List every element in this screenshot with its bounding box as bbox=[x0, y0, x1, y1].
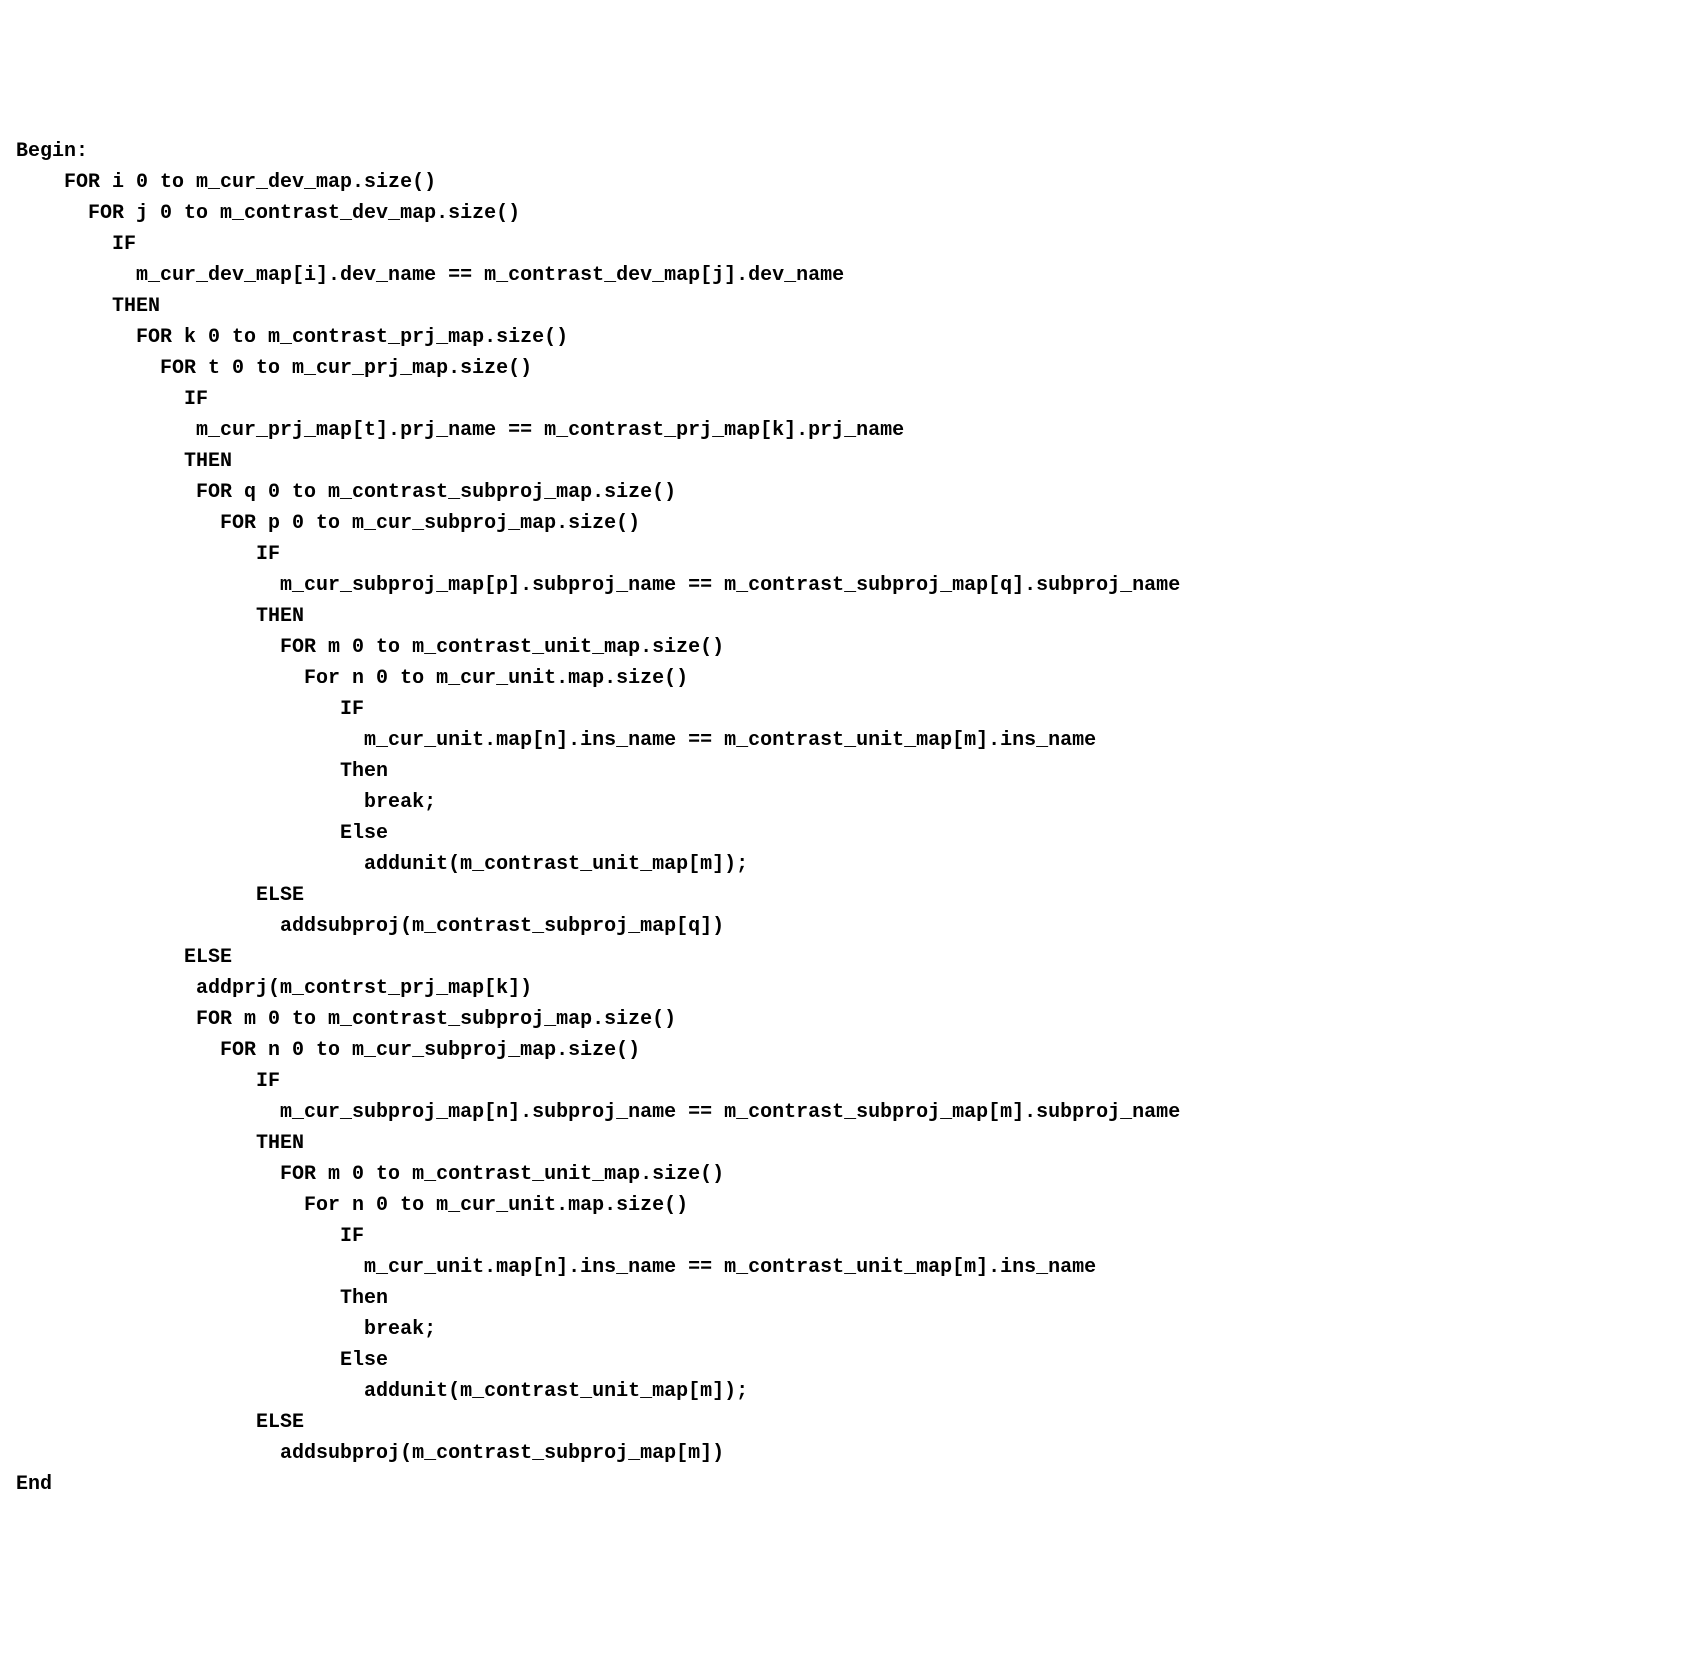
code-line: m_cur_subproj_map[p].subproj_name == m_c… bbox=[16, 574, 1180, 597]
code-line: FOR j 0 to m_contrast_dev_map.size() bbox=[16, 202, 520, 225]
code-line: Else bbox=[16, 1349, 388, 1372]
code-line: THEN bbox=[16, 605, 304, 628]
code-line: End bbox=[16, 1473, 52, 1496]
code-line: m_cur_prj_map[t].prj_name == m_contrast_… bbox=[16, 419, 904, 442]
code-line: THEN bbox=[16, 1132, 304, 1155]
code-line: FOR m 0 to m_contrast_unit_map.size() bbox=[16, 636, 724, 659]
code-line: FOR i 0 to m_cur_dev_map.size() bbox=[16, 171, 436, 194]
code-line: IF bbox=[16, 233, 136, 256]
code-line: addsubproj(m_contrast_subproj_map[q]) bbox=[16, 915, 724, 938]
code-line: THEN bbox=[16, 295, 160, 318]
code-line: m_cur_dev_map[i].dev_name == m_contrast_… bbox=[16, 264, 844, 287]
code-line: ELSE bbox=[16, 946, 232, 969]
code-line: FOR p 0 to m_cur_subproj_map.size() bbox=[16, 512, 640, 535]
code-line: IF bbox=[16, 543, 280, 566]
code-line: m_cur_subproj_map[n].subproj_name == m_c… bbox=[16, 1101, 1180, 1124]
code-line: addunit(m_contrast_unit_map[m]); bbox=[16, 853, 748, 876]
code-line: For n 0 to m_cur_unit.map.size() bbox=[16, 667, 688, 690]
code-line: IF bbox=[16, 1225, 364, 1248]
code-line: addunit(m_contrast_unit_map[m]); bbox=[16, 1380, 748, 1403]
code-line: Then bbox=[16, 760, 388, 783]
code-line: m_cur_unit.map[n].ins_name == m_contrast… bbox=[16, 729, 1096, 752]
code-line: FOR k 0 to m_contrast_prj_map.size() bbox=[16, 326, 568, 349]
code-line: FOR m 0 to m_contrast_unit_map.size() bbox=[16, 1163, 724, 1186]
code-line: FOR n 0 to m_cur_subproj_map.size() bbox=[16, 1039, 640, 1062]
code-line: ELSE bbox=[16, 884, 304, 907]
code-line: Then bbox=[16, 1287, 388, 1310]
code-line: addsubproj(m_contrast_subproj_map[m]) bbox=[16, 1442, 724, 1465]
code-line: For n 0 to m_cur_unit.map.size() bbox=[16, 1194, 688, 1217]
code-line: IF bbox=[16, 698, 364, 721]
code-line: break; bbox=[16, 791, 436, 814]
code-line: IF bbox=[16, 1070, 280, 1093]
code-line: IF bbox=[16, 388, 208, 411]
code-line: FOR q 0 to m_contrast_subproj_map.size() bbox=[16, 481, 676, 504]
code-line: m_cur_unit.map[n].ins_name == m_contrast… bbox=[16, 1256, 1096, 1279]
code-line: FOR t 0 to m_cur_prj_map.size() bbox=[16, 357, 532, 380]
code-line: addprj(m_contrst_prj_map[k]) bbox=[16, 977, 532, 1000]
code-line: break; bbox=[16, 1318, 436, 1341]
code-line: Begin: bbox=[16, 140, 88, 163]
code-line: ELSE bbox=[16, 1411, 304, 1434]
code-line: THEN bbox=[16, 450, 232, 473]
code-line: FOR m 0 to m_contrast_subproj_map.size() bbox=[16, 1008, 676, 1031]
code-line: Else bbox=[16, 822, 388, 845]
pseudocode-block: Begin: FOR i 0 to m_cur_dev_map.size() F… bbox=[16, 136, 1687, 1500]
